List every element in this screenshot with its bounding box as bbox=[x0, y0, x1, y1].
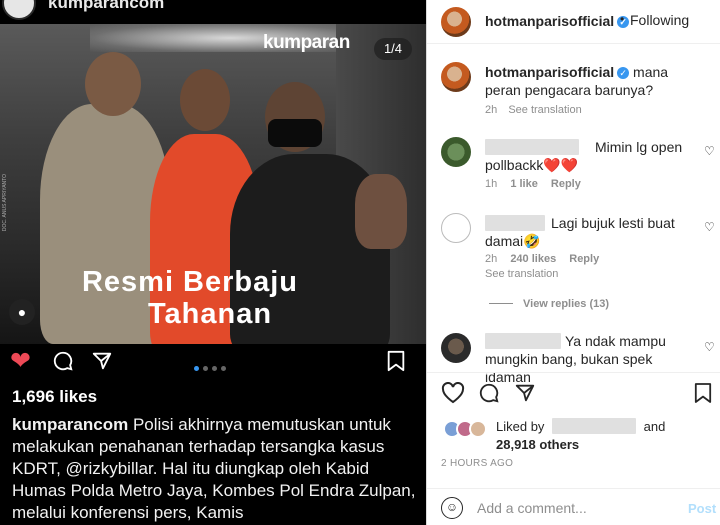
reply-link[interactable]: Reply bbox=[551, 178, 581, 190]
view-replies-text[interactable]: View replies (13) bbox=[523, 298, 609, 310]
embedded-caption: kumparancom Polisi akhirnya memutuskan u… bbox=[12, 414, 417, 524]
blurred-liker[interactable] bbox=[552, 418, 637, 434]
replies-line bbox=[489, 303, 513, 304]
post-header: hotmanparisofficial ✓ • Following bbox=[427, 0, 720, 44]
embedded-post-header: kumparancom bbox=[0, 0, 426, 24]
comment-translation: See translation bbox=[485, 268, 558, 280]
comment-body: Mimin lg open pollbackk❤️❤️ bbox=[485, 138, 691, 174]
embedded-avatar[interactable] bbox=[2, 0, 36, 20]
liked-by-others[interactable]: 28,918 others bbox=[496, 437, 579, 452]
embedded-action-bar: ❤ bbox=[0, 344, 426, 380]
caption-body: hotmanparisofficial ✓ mana peran pengacar… bbox=[485, 63, 691, 99]
like-heart-icon[interactable] bbox=[441, 381, 465, 408]
comment-meta: 1h 1 like Reply bbox=[485, 178, 581, 190]
photo-headline-line2: Tahanan bbox=[147, 298, 273, 330]
comment-like-icon[interactable]: ♡ bbox=[704, 144, 715, 158]
officer-head bbox=[85, 52, 141, 116]
share-icon[interactable] bbox=[91, 350, 113, 376]
embedded-like-count[interactable]: 1,696 likes bbox=[12, 387, 97, 407]
comment-likes[interactable]: 240 likes bbox=[510, 253, 556, 265]
author-username-wrap: hotmanparisofficial ✓ bbox=[485, 13, 630, 29]
caption-avatar[interactable] bbox=[441, 62, 471, 92]
comment-meta: 2h 240 likes Reply bbox=[485, 253, 599, 265]
caption-time: 2h bbox=[485, 104, 498, 116]
embedded-username[interactable]: kumparancom bbox=[48, 0, 164, 13]
kumparan-logo: kumparan bbox=[263, 32, 350, 53]
comment-likes[interactable]: 1 like bbox=[510, 178, 538, 190]
author-username[interactable]: hotmanparisofficial bbox=[485, 13, 614, 29]
carousel-dot-active bbox=[194, 366, 199, 371]
screenshot-root: kumparancom kumparan 1/4 DOC. ANUS APRIY… bbox=[0, 0, 720, 525]
carousel-dot bbox=[212, 366, 217, 371]
post-action-bar bbox=[427, 372, 720, 414]
reply-link[interactable]: Reply bbox=[569, 253, 599, 265]
embedded-post-pane: kumparancom kumparan 1/4 DOC. ANUS APRIY… bbox=[0, 0, 426, 525]
commenter-avatar[interactable] bbox=[441, 213, 471, 243]
face-mask bbox=[268, 119, 322, 147]
view-replies-link[interactable]: View replies (13) bbox=[489, 298, 609, 310]
liker-avatar[interactable] bbox=[469, 420, 487, 438]
commenter-avatar[interactable] bbox=[441, 137, 471, 167]
see-translation-link[interactable]: See translation bbox=[508, 104, 581, 116]
tagged-user-icon[interactable]: ● bbox=[9, 299, 35, 325]
caption-username[interactable]: kumparancom bbox=[12, 415, 128, 434]
following-button[interactable]: Following bbox=[630, 12, 689, 28]
author-avatar[interactable] bbox=[441, 7, 471, 37]
comments-pane: hotmanparisofficial ✓ • Following hotmanp… bbox=[426, 0, 720, 525]
carousel-counter: 1/4 bbox=[374, 38, 412, 60]
comment-time: 1h bbox=[485, 178, 498, 190]
comment-icon[interactable] bbox=[52, 350, 74, 376]
blurred-username[interactable] bbox=[485, 139, 579, 155]
comment-time: 2h bbox=[485, 253, 498, 265]
liked-by-prefix: Liked by bbox=[496, 419, 545, 434]
detainee-head bbox=[180, 69, 230, 131]
comment-input[interactable] bbox=[477, 499, 677, 517]
bookmark-icon[interactable] bbox=[386, 350, 406, 376]
blurred-username[interactable] bbox=[485, 333, 561, 349]
comment-icon[interactable] bbox=[478, 382, 500, 408]
liked-by-row: Liked by and 28,918 others bbox=[441, 414, 720, 454]
liked-by-and: and bbox=[643, 419, 666, 434]
caption-author[interactable]: hotmanparisofficial bbox=[485, 64, 614, 80]
comment-like-icon[interactable]: ♡ bbox=[704, 220, 715, 234]
emoji-icon[interactable]: ☺ bbox=[441, 497, 463, 519]
post-button[interactable]: Post bbox=[688, 501, 716, 516]
comment-body: Lagi bujuk lesti buat damai🤣 bbox=[485, 214, 691, 250]
add-comment-bar: ☺ Post bbox=[427, 488, 720, 525]
see-translation-link[interactable]: See translation bbox=[485, 268, 558, 280]
carousel-dots bbox=[194, 358, 230, 376]
carousel-dot bbox=[221, 366, 226, 371]
commenter-avatar[interactable] bbox=[441, 333, 471, 363]
carousel-dot bbox=[203, 366, 208, 371]
blurred-username[interactable] bbox=[485, 215, 545, 231]
share-icon[interactable] bbox=[514, 382, 536, 408]
post-photo[interactable]: kumparan 1/4 DOC. ANUS APRIYANTO Resmi B… bbox=[0, 24, 426, 344]
comment-like-icon[interactable]: ♡ bbox=[704, 340, 715, 354]
photo-headline-line1: Resmi Berbaju bbox=[81, 266, 299, 298]
liked-heart-icon[interactable]: ❤ bbox=[10, 349, 31, 374]
raised-hand bbox=[355, 174, 407, 249]
liked-by-text: Liked by and 28,918 others bbox=[496, 418, 716, 454]
photo-credit: DOC. ANUS APRIYANTO bbox=[2, 174, 8, 232]
bookmark-icon[interactable] bbox=[694, 382, 712, 408]
header-separator: • bbox=[620, 12, 625, 26]
post-timestamp[interactable]: 2 HOURS AGO bbox=[441, 458, 513, 469]
caption-meta: 2h See translation bbox=[485, 104, 582, 116]
verified-badge-icon: ✓ bbox=[617, 67, 630, 79]
